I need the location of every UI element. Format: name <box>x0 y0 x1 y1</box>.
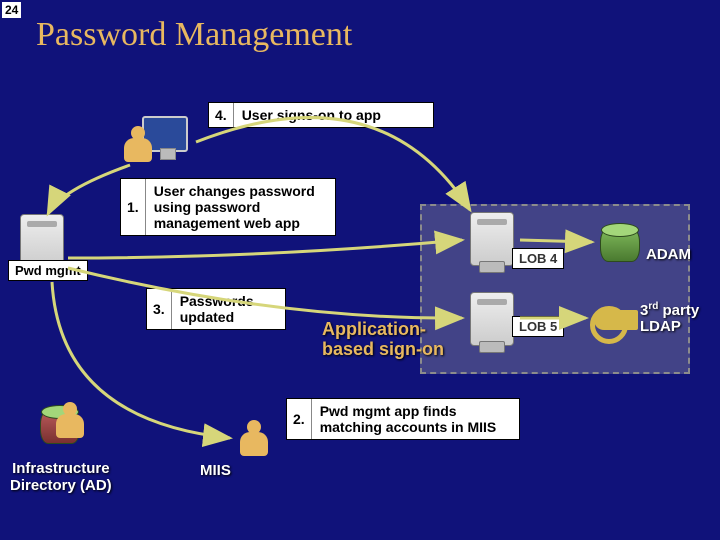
app-signon-line1: Application- <box>322 319 426 339</box>
lob5-label: LOB 5 <box>512 316 564 337</box>
miis-label: MIIS <box>200 462 231 479</box>
ad-user-icon <box>56 402 84 438</box>
lob4-label: LOB 4 <box>512 248 564 269</box>
infra-line1: Infrastructure <box>12 460 110 477</box>
page-title: Password Management <box>36 16 352 54</box>
third-party-part2: party <box>658 302 699 319</box>
third-party-ldap-label: 3rd party LDAP <box>640 302 699 335</box>
infra-line2: Directory (AD) <box>10 477 112 494</box>
step-3-box: 3. Passwords updated <box>146 288 286 330</box>
step-1-text: User changes password using password man… <box>146 179 335 235</box>
step-2-num: 2. <box>287 399 312 439</box>
app-signon-label: Application- based sign-on <box>322 320 444 360</box>
page-number: 24 <box>2 2 21 18</box>
third-party-sup: rd <box>648 301 658 312</box>
step-1-num: 1. <box>121 179 146 235</box>
third-party-line2: LDAP <box>640 318 681 335</box>
apps-zone <box>420 204 690 374</box>
step-4-box: 4. User signs-on to app <box>208 102 434 128</box>
pwd-mgmt-label: Pwd mgmt <box>8 260 88 281</box>
server-lob4-icon <box>470 212 514 266</box>
infrastructure-directory-label: Infrastructure Directory (AD) <box>10 460 112 495</box>
step-3-num: 3. <box>147 289 172 329</box>
miis-user-icon <box>240 420 268 456</box>
third-party-ldap-key-icon <box>594 310 638 330</box>
adam-label: ADAM <box>646 246 691 263</box>
step-3-text: Passwords updated <box>172 289 285 329</box>
step-4-text: User signs-on to app <box>234 103 389 127</box>
user-icon <box>124 126 152 162</box>
adam-db-icon <box>600 228 640 262</box>
server-lob5-icon <box>470 292 514 346</box>
app-signon-line2: based sign-on <box>322 339 444 359</box>
step-4-num: 4. <box>209 103 234 127</box>
step-1-box: 1. User changes password using password … <box>120 178 336 236</box>
step-2-box: 2. Pwd mgmt app finds matching accounts … <box>286 398 520 440</box>
step-2-text: Pwd mgmt app finds matching accounts in … <box>312 399 519 439</box>
